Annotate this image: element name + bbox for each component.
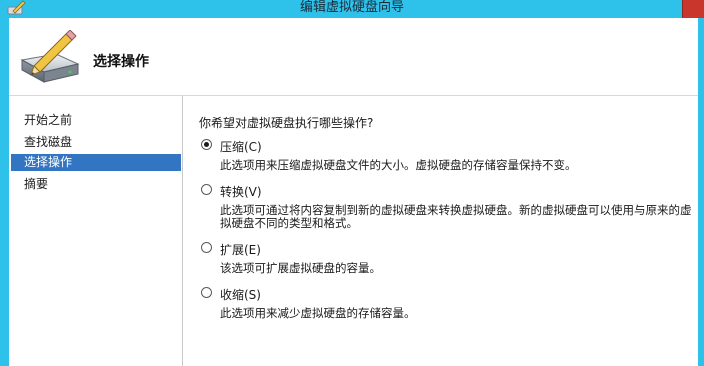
window-frame-left xyxy=(0,18,9,366)
window-title: 编辑虚拟硬盘向导 xyxy=(299,0,404,15)
nav-item-choose-action[interactable]: 选择操作 xyxy=(11,154,181,171)
convert-label[interactable]: 转换(V) xyxy=(220,183,262,200)
question-text: 你希望对虚拟硬盘执行哪些操作? xyxy=(199,116,374,130)
shrink-radio[interactable] xyxy=(201,287,212,298)
nav-item-locate-disk[interactable]: 查找磁盘 xyxy=(11,134,181,151)
nav-item-summary[interactable]: 摘要 xyxy=(11,176,181,193)
shrink-description: 此选项用来减少虚拟硬盘的存储容量。 xyxy=(220,306,416,320)
compact-label[interactable]: 压缩(C) xyxy=(220,138,262,155)
wizard-nav: 开始之前 查找磁盘 选择操作 摘要 xyxy=(9,96,183,366)
convert-radio[interactable] xyxy=(201,184,212,195)
title-bar[interactable]: 编辑虚拟硬盘向导 xyxy=(0,0,704,18)
window-frame-right xyxy=(698,18,704,366)
compact-radio[interactable] xyxy=(201,139,212,150)
convert-description: 此选项可通过将内容复制到新的虚拟硬盘来转换虚拟硬盘。新的虚拟硬盘可以使用与原来的… xyxy=(220,203,692,230)
compact-description: 此选项用来压缩虚拟硬盘文件的大小。虚拟硬盘的存储容量保持不变。 xyxy=(220,158,577,172)
nav-item-before-you-begin[interactable]: 开始之前 xyxy=(11,112,181,129)
close-button[interactable] xyxy=(682,0,704,18)
hard-disk-pencil-icon xyxy=(20,30,80,83)
expand-label[interactable]: 扩展(E) xyxy=(220,241,261,258)
expand-description: 该选项可扩展虚拟硬盘的容量。 xyxy=(220,261,381,275)
expand-radio[interactable] xyxy=(201,242,212,253)
wizard-content: 你希望对虚拟硬盘执行哪些操作? 压缩(C) 此选项用来压缩虚拟硬盘文件的大小。虚… xyxy=(183,96,698,366)
shrink-label[interactable]: 收缩(S) xyxy=(220,286,261,303)
wizard-header: 选择操作 xyxy=(9,18,698,96)
page-title: 选择操作 xyxy=(93,54,149,70)
